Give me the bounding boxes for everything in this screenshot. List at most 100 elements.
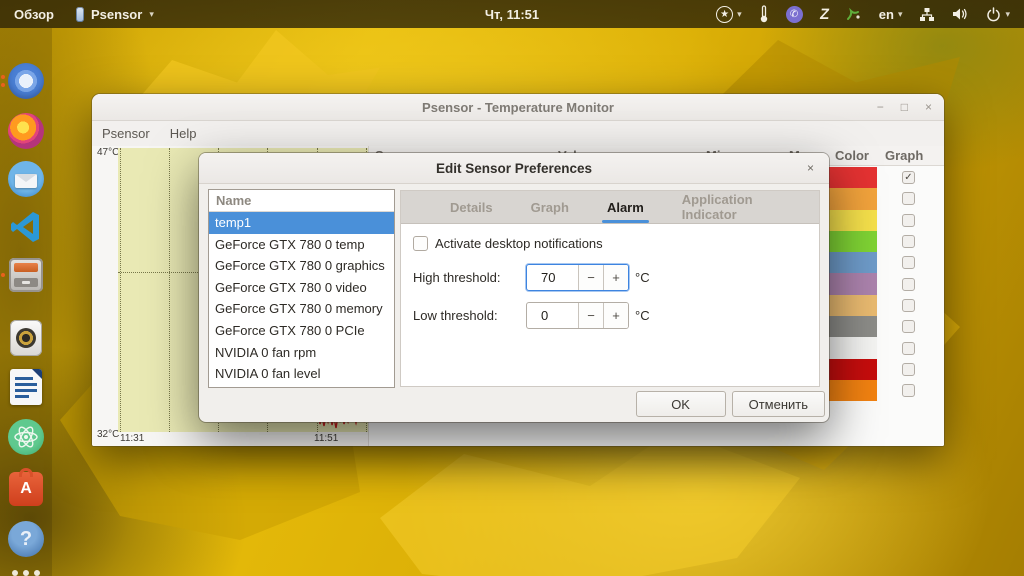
high-threshold-increment-button[interactable]: + <box>603 265 628 290</box>
dock-libreoffice-writer-icon[interactable] <box>7 368 45 406</box>
table-row <box>829 252 915 274</box>
psensor-window-title: Psensor - Temperature Monitor <box>422 99 614 115</box>
table-row <box>829 188 915 210</box>
low-threshold-increment-button[interactable]: + <box>603 303 628 328</box>
color-swatch[interactable] <box>829 294 877 317</box>
sensor-list-item[interactable]: GeForce GTX 780 0 temp <box>209 234 394 256</box>
viber-icon[interactable]: ✆ <box>785 5 803 23</box>
color-swatch[interactable] <box>829 273 877 295</box>
psensor-app-icon <box>76 6 84 22</box>
ok-button[interactable]: OK <box>635 391 726 417</box>
color-swatch[interactable] <box>829 230 877 253</box>
dock: A ? <box>0 28 52 576</box>
low-threshold-unit: °C <box>635 308 650 323</box>
graph-checkbox[interactable]: ✓ <box>902 171 915 185</box>
color-graph-rows: ✓ <box>829 167 915 402</box>
keyboard-layout-label: en <box>878 6 894 22</box>
dialog-title: Edit Sensor Preferences <box>435 160 593 176</box>
cancel-button[interactable]: Отменить <box>731 391 825 417</box>
dock-speaker-app-icon[interactable] <box>7 319 45 357</box>
graph-checkbox[interactable] <box>902 213 915 227</box>
graph-checkbox[interactable] <box>902 384 915 398</box>
graph-checkbox[interactable] <box>902 362 915 376</box>
graph-checkbox[interactable] <box>902 320 915 334</box>
tab-details[interactable]: Details <box>431 191 512 223</box>
table-row <box>829 294 915 317</box>
sensor-list-item[interactable]: temp1 <box>209 212 394 234</box>
graph-checkbox[interactable] <box>902 192 915 206</box>
sensor-list-item[interactable]: NVIDIA 0 fan rpm <box>209 342 394 364</box>
high-threshold-input[interactable]: 70 <box>527 265 578 290</box>
sensor-list-item[interactable]: GeForce GTX 780 0 PCIe <box>209 320 394 342</box>
graph-y-max-label: 47°C <box>97 147 120 158</box>
dock-ubuntu-software-icon[interactable]: A <box>7 468 45 508</box>
preferences-tabbar: Details Graph Alarm Application Indicator <box>401 191 819 224</box>
dock-file-cabinet-icon[interactable] <box>1 256 45 294</box>
volume-icon[interactable] <box>952 6 969 22</box>
color-swatch[interactable] <box>829 358 877 380</box>
power-icon <box>987 6 1001 21</box>
color-swatch[interactable] <box>829 252 877 274</box>
signal-icon[interactable] <box>846 6 862 22</box>
sensor-name-list[interactable]: Name temp1 GeForce GTX 780 0 temp GeForce … <box>208 189 395 388</box>
app-menu-button[interactable]: Psensor ▾ <box>76 6 154 22</box>
low-threshold-spinner: 0 − + <box>526 302 629 329</box>
dock-chromium-icon[interactable] <box>1 62 45 100</box>
dock-firefox-icon[interactable] <box>7 112 45 150</box>
sensor-list-item[interactable]: GeForce GTX 780 0 memory <box>209 298 394 320</box>
alarm-tab-panel: Activate desktop notifications High thre… <box>401 224 819 329</box>
color-swatch[interactable] <box>829 337 877 359</box>
maximize-icon[interactable]: □ <box>901 100 908 114</box>
tab-graph[interactable]: Graph <box>512 191 588 223</box>
color-swatch[interactable] <box>829 167 877 189</box>
color-swatch[interactable] <box>829 316 877 338</box>
sensor-list-item[interactable]: GeForce GTX 780 0 graphics <box>209 255 394 277</box>
notifications-checkbox[interactable] <box>413 236 428 251</box>
keyboard-layout-menu[interactable]: en ▾ <box>879 7 903 22</box>
desktop: Psensor - Temperature Monitor − □ × Psen… <box>0 0 1024 576</box>
graph-checkbox[interactable] <box>902 298 915 312</box>
color-swatch[interactable] <box>829 379 877 402</box>
table-row <box>829 379 915 402</box>
power-menu[interactable]: ▾ <box>986 6 1010 22</box>
tab-alarm[interactable]: Alarm <box>588 191 663 223</box>
column-header-graph[interactable]: Graph <box>885 148 923 163</box>
graph-checkbox[interactable] <box>902 256 915 270</box>
show-applications-icon[interactable] <box>7 565 45 576</box>
zulip-icon[interactable]: Z <box>818 6 830 23</box>
sensor-list-item[interactable]: NVIDIA 0 fan level <box>209 363 394 385</box>
dock-help-icon[interactable]: ? <box>7 520 45 558</box>
psensor-titlebar[interactable]: Psensor - Temperature Monitor − □ × <box>92 94 944 121</box>
dock-atom-icon[interactable] <box>7 418 45 456</box>
low-threshold-input[interactable]: 0 <box>527 303 578 328</box>
dialog-titlebar[interactable]: Edit Sensor Preferences × <box>199 153 829 184</box>
menu-psensor[interactable]: Psensor <box>102 126 150 141</box>
color-swatch[interactable] <box>829 188 877 210</box>
graph-checkbox[interactable] <box>902 277 915 291</box>
top-panel: Обзор Psensor ▾ Чт, 11:51 ★ ▾ ✆ Z en ▾ ▾ <box>0 0 1024 28</box>
dialog-close-icon[interactable]: × <box>803 159 818 177</box>
accessibility-menu[interactable]: ★ ▾ <box>716 5 742 23</box>
low-threshold-decrement-button[interactable]: − <box>578 303 603 328</box>
graph-checkbox[interactable] <box>902 235 915 249</box>
tab-application-indicator[interactable]: Application Indicator <box>663 191 819 223</box>
sensor-list-header: Name <box>209 190 394 212</box>
table-row <box>829 337 915 359</box>
table-row <box>829 358 915 380</box>
minimize-icon[interactable]: − <box>877 100 884 114</box>
network-icon[interactable] <box>919 7 935 22</box>
high-threshold-decrement-button[interactable]: − <box>578 265 603 290</box>
menu-help[interactable]: Help <box>170 126 197 141</box>
close-icon[interactable]: × <box>925 100 932 114</box>
thermometer-icon[interactable] <box>759 5 769 23</box>
sensor-list-item[interactable]: GeForce GTX 780 0 video <box>209 277 394 299</box>
dock-thunderbird-icon[interactable] <box>7 160 45 198</box>
column-header-color[interactable]: Color <box>835 148 869 163</box>
graph-time-end-label: 11:51 <box>314 433 339 444</box>
activities-button[interactable]: Обзор <box>14 7 54 22</box>
psensor-menubar: Psensor Help <box>92 121 944 146</box>
dock-vscode-icon[interactable] <box>7 208 45 246</box>
color-swatch[interactable] <box>829 209 877 231</box>
graph-checkbox[interactable] <box>902 341 915 355</box>
table-row <box>829 230 915 253</box>
